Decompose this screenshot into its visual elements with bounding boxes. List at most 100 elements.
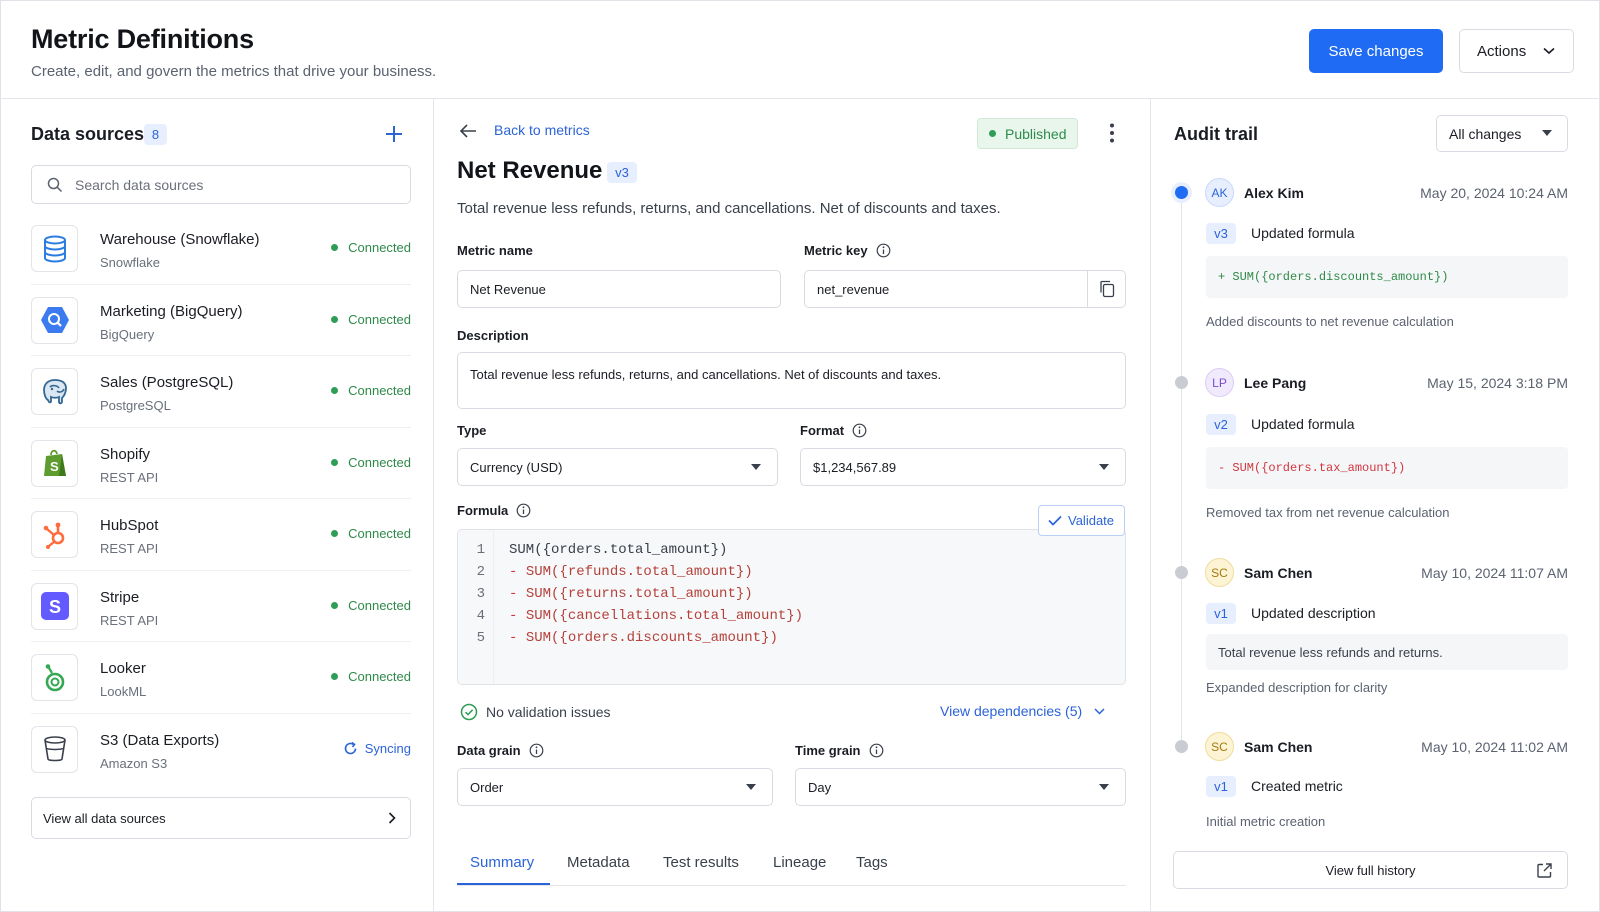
metric-key-input[interactable]: net_revenue [804, 270, 1126, 308]
status-dot-icon [331, 244, 339, 251]
tab-lineage[interactable]: Lineage [773, 854, 826, 871]
info-icon [876, 243, 890, 258]
actions-dropdown[interactable]: Actions [1459, 29, 1574, 73]
more-options-kebab-icon[interactable] [1104, 122, 1120, 144]
metric-tabs: Summary Metadata Test results Lineage Ta… [457, 844, 1126, 886]
formula-editor[interactable]: 1 SUM({orders.total_amount}) 2 - SUM({re… [457, 529, 1126, 685]
bigquery-icon [31, 296, 78, 344]
caret-down-icon [1099, 464, 1109, 470]
data-source-item[interactable]: Looker LookML Connected [31, 642, 411, 714]
actions-label: Actions [1477, 42, 1527, 60]
audit-version-badge: v2 [1206, 414, 1236, 435]
data-source-item[interactable]: Warehouse (Snowflake) Snowflake Connecte… [31, 213, 411, 285]
sync-status: Syncing [343, 741, 411, 756]
tab-summary[interactable]: Summary [470, 854, 534, 871]
audit-diff-text: Total revenue less refunds and returns. [1206, 634, 1568, 670]
formula-line: - SUM({orders.discounts_amount}) [509, 630, 778, 646]
data-source-name: Looker [100, 660, 146, 677]
audit-note: Removed tax from net revenue calculation [1206, 505, 1450, 520]
audit-action: Updated description [1251, 605, 1376, 621]
page-subtitle: Create, edit, and govern the metrics tha… [31, 63, 437, 80]
data-source-name: Stripe [100, 588, 140, 606]
data-source-item[interactable]: S3 (Data Exports) Amazon S3 Syncing [31, 714, 411, 786]
tab-test-results[interactable]: Test results [663, 854, 739, 871]
audit-action: Created metric [1251, 778, 1343, 794]
audit-user-name: Lee Pang [1244, 375, 1307, 391]
formula-label: Formula [457, 503, 531, 518]
data-grain-select[interactable]: Order [457, 768, 773, 806]
active-tab-indicator [457, 883, 550, 885]
audit-version-badge: v1 [1206, 603, 1236, 624]
data-sources-count-badge: 8 [144, 124, 167, 145]
data-source-name: S3 (Data Exports) [100, 731, 220, 749]
data-source-name: HubSpot [100, 517, 159, 534]
copy-key-button[interactable] [1087, 271, 1125, 307]
audit-note: Initial metric creation [1206, 814, 1326, 829]
save-changes-button[interactable]: Save changes [1309, 29, 1443, 73]
data-source-type: Amazon S3 [100, 755, 168, 771]
caret-down-icon [746, 784, 756, 790]
metric-name-input[interactable]: Net Revenue [457, 270, 781, 308]
data-source-item[interactable]: S Stripe REST API Connected [31, 571, 411, 642]
tab-metadata[interactable]: Metadata [567, 854, 630, 871]
metric-key-label: Metric key [804, 243, 891, 258]
tab-tags[interactable]: Tags [856, 854, 888, 871]
search-input[interactable] [75, 174, 395, 196]
data-source-type: REST API [100, 469, 159, 485]
avatar: SC [1205, 732, 1234, 761]
view-dependencies-link[interactable]: View dependencies (5) [940, 703, 1105, 719]
format-label: Format [800, 423, 867, 438]
add-data-source-plus-icon[interactable] [383, 123, 405, 145]
info-icon [869, 743, 883, 758]
audit-diff-removed: - SUM({orders.tax_amount}) [1206, 447, 1568, 489]
audit-version-badge: v1 [1206, 776, 1236, 797]
page-title: Metric Definitions [31, 24, 254, 54]
external-link-icon [1537, 863, 1552, 878]
type-label: Type [457, 423, 487, 438]
data-source-list: Warehouse (Snowflake) Snowflake Connecte… [31, 213, 411, 785]
status-dot-icon [331, 601, 339, 609]
timeline-line [1181, 194, 1182, 754]
data-source-item[interactable]: HubSpot REST API Connected [31, 499, 411, 571]
data-source-item[interactable]: Marketing (BigQuery) BigQuery Connected [31, 285, 411, 356]
audit-timestamp: May 10, 2024 11:07 AM [1421, 565, 1568, 581]
view-all-data-sources-button[interactable]: View all data sources [31, 797, 411, 839]
status-dot-icon [331, 673, 339, 680]
audit-filter-select[interactable]: All changes [1436, 115, 1568, 152]
time-grain-select[interactable]: Day [795, 768, 1126, 806]
audit-trail-title: Audit trail [1174, 124, 1258, 144]
status-dot-icon [331, 387, 339, 394]
audit-action: Updated formula [1251, 225, 1355, 241]
type-select[interactable]: Currency (USD) [457, 448, 778, 486]
back-to-metrics-link[interactable]: Back to metrics [494, 122, 590, 138]
formula-line: - SUM({refunds.total_amount}) [509, 564, 753, 580]
status-dot-icon [331, 315, 339, 323]
connection-status: Connected [331, 240, 411, 255]
column-divider [433, 99, 434, 912]
data-source-item[interactable]: S Shopify REST API Connected [31, 428, 411, 499]
format-select[interactable]: $1,234,567.89 [800, 448, 1126, 486]
info-icon [852, 423, 867, 438]
data-sources-search[interactable] [31, 165, 411, 204]
view-full-history-button[interactable]: View full history [1173, 851, 1568, 889]
s3-bucket-icon [31, 725, 78, 773]
audit-timestamp: May 20, 2024 10:24 AM [1420, 185, 1568, 201]
info-icon [516, 503, 531, 518]
connection-status: Connected [331, 598, 411, 613]
page-header: Metric Definitions Create, edit, and gov… [0, 0, 1600, 99]
validate-button[interactable]: Validate [1038, 505, 1125, 536]
data-source-item[interactable]: Sales (PostgreSQL) PostgreSQL Connected [31, 356, 411, 428]
description-textarea[interactable]: Total revenue less refunds, returns, and… [457, 352, 1126, 409]
connection-status: Connected [331, 526, 411, 541]
line-number: 5 [476, 630, 485, 646]
time-grain-label: Time grain [795, 743, 884, 758]
caret-down-icon [751, 464, 761, 470]
back-arrow-icon[interactable] [459, 123, 477, 139]
metric-name-label: Metric name [457, 243, 533, 258]
formula-line: - SUM({returns.total_amount}) [509, 586, 753, 602]
checkmark-icon [1048, 515, 1062, 526]
data-source-name: Warehouse (Snowflake) [100, 231, 260, 248]
audit-user-name: Alex Kim [1244, 185, 1304, 201]
timeline-dot [1175, 740, 1188, 753]
stripe-s-icon: S [31, 582, 78, 630]
